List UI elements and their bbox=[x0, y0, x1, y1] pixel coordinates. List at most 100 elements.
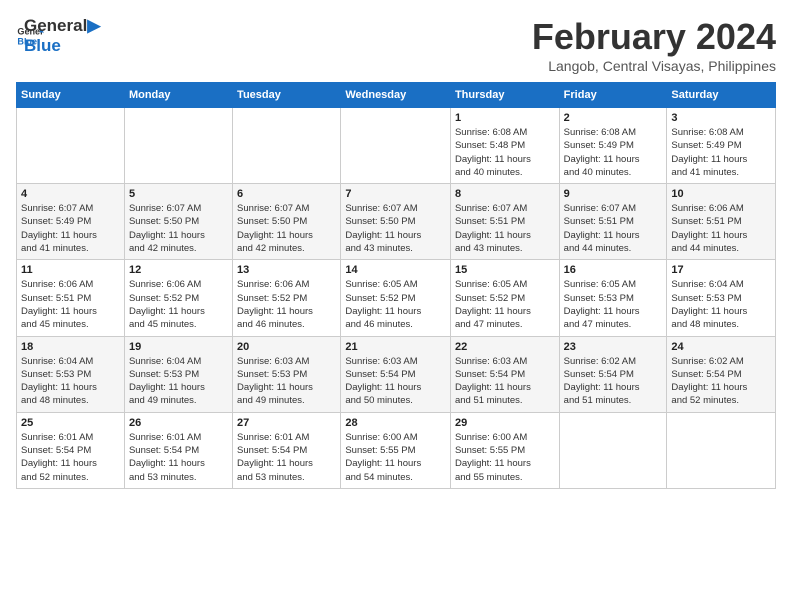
day-info: Sunrise: 6:05 AM Sunset: 5:53 PM Dayligh… bbox=[564, 278, 663, 331]
day-number: 22 bbox=[455, 341, 555, 353]
calendar-cell: 15Sunrise: 6:05 AM Sunset: 5:52 PM Dayli… bbox=[450, 260, 559, 336]
day-info: Sunrise: 6:06 AM Sunset: 5:52 PM Dayligh… bbox=[237, 278, 336, 331]
day-info: Sunrise: 6:00 AM Sunset: 5:55 PM Dayligh… bbox=[455, 431, 555, 484]
calendar-week-row: 18 Sunrise: 6:04 AM Sunset: 5:53 PM Dayli… bbox=[17, 336, 776, 412]
day-number: 16 bbox=[564, 264, 663, 276]
day-number: 7 bbox=[345, 188, 446, 200]
calendar-cell: 19 Sunrise: 6:04 AM Sunset: 5:53 PM Dayli… bbox=[124, 336, 232, 412]
calendar-cell: 4Sunrise: 6:07 AM Sunset: 5:49 PM Daylig… bbox=[17, 184, 125, 260]
day-number: 14 bbox=[345, 264, 446, 276]
day-info: Sunrise: 6:04 AM Sunset: 5:53 PM Dayligh… bbox=[21, 355, 120, 408]
calendar-cell: 18 Sunrise: 6:04 AM Sunset: 5:53 PM Dayli… bbox=[17, 336, 125, 412]
calendar-cell: 5 Sunrise: 6:07 AM Sunset: 5:50 PM Daylig… bbox=[124, 184, 232, 260]
calendar-cell: 27 Sunrise: 6:01 AM Sunset: 5:54 PM Dayli… bbox=[233, 412, 341, 488]
day-number: 3 bbox=[671, 112, 771, 124]
day-number: 18 bbox=[21, 341, 120, 353]
calendar-cell: 25 Sunrise: 6:01 AM Sunset: 5:54 PM Dayli… bbox=[17, 412, 125, 488]
calendar-cell: 16 Sunrise: 6:05 AM Sunset: 5:53 PM Dayli… bbox=[559, 260, 667, 336]
calendar-cell: 21 Sunrise: 6:03 AM Sunset: 5:54 PM Dayli… bbox=[341, 336, 451, 412]
day-number: 9 bbox=[564, 188, 663, 200]
calendar-cell: 10 Sunrise: 6:06 AM Sunset: 5:51 PM Dayli… bbox=[667, 184, 776, 260]
day-info: Sunrise: 6:04 AM Sunset: 5:53 PM Dayligh… bbox=[671, 278, 771, 331]
weekday-header: Monday bbox=[124, 83, 232, 108]
day-info: Sunrise: 6:01 AM Sunset: 5:54 PM Dayligh… bbox=[237, 431, 336, 484]
calendar-cell: 29 Sunrise: 6:00 AM Sunset: 5:55 PM Dayli… bbox=[450, 412, 559, 488]
day-number: 29 bbox=[455, 417, 555, 429]
day-info: Sunrise: 6:07 AM Sunset: 5:51 PM Dayligh… bbox=[564, 202, 663, 255]
calendar-cell: 8Sunrise: 6:07 AM Sunset: 5:51 PM Daylig… bbox=[450, 184, 559, 260]
day-number: 2 bbox=[564, 112, 663, 124]
day-number: 26 bbox=[129, 417, 228, 429]
day-number: 19 bbox=[129, 341, 228, 353]
day-info: Sunrise: 6:07 AM Sunset: 5:51 PM Dayligh… bbox=[455, 202, 555, 255]
day-info: Sunrise: 6:04 AM Sunset: 5:53 PM Dayligh… bbox=[129, 355, 228, 408]
day-info: Sunrise: 6:07 AM Sunset: 5:50 PM Dayligh… bbox=[237, 202, 336, 255]
day-number: 12 bbox=[129, 264, 228, 276]
calendar-table: SundayMondayTuesdayWednesdayThursdayFrid… bbox=[16, 82, 776, 489]
logo-subtext: Blue bbox=[24, 36, 100, 56]
calendar-cell bbox=[233, 108, 341, 184]
day-info: Sunrise: 6:06 AM Sunset: 5:52 PM Dayligh… bbox=[129, 278, 228, 331]
logo: General Blue General▶ Blue bbox=[16, 16, 100, 55]
calendar-cell: 23Sunrise: 6:02 AM Sunset: 5:54 PM Dayli… bbox=[559, 336, 667, 412]
calendar-cell bbox=[341, 108, 451, 184]
calendar-cell: 28Sunrise: 6:00 AM Sunset: 5:55 PM Dayli… bbox=[341, 412, 451, 488]
weekday-header: Wednesday bbox=[341, 83, 451, 108]
day-info: Sunrise: 6:06 AM Sunset: 5:51 PM Dayligh… bbox=[21, 278, 120, 331]
calendar-week-row: 1 Sunrise: 6:08 AM Sunset: 5:48 PM Daylig… bbox=[17, 108, 776, 184]
day-number: 5 bbox=[129, 188, 228, 200]
day-info: Sunrise: 6:08 AM Sunset: 5:49 PM Dayligh… bbox=[564, 126, 663, 179]
day-number: 13 bbox=[237, 264, 336, 276]
title-area: February 2024 Langob, Central Visayas, P… bbox=[532, 16, 776, 74]
calendar-week-row: 4Sunrise: 6:07 AM Sunset: 5:49 PM Daylig… bbox=[17, 184, 776, 260]
day-info: Sunrise: 6:02 AM Sunset: 5:54 PM Dayligh… bbox=[671, 355, 771, 408]
day-number: 17 bbox=[671, 264, 771, 276]
calendar-cell: 14Sunrise: 6:05 AM Sunset: 5:52 PM Dayli… bbox=[341, 260, 451, 336]
calendar-cell: 17 Sunrise: 6:04 AM Sunset: 5:53 PM Dayli… bbox=[667, 260, 776, 336]
calendar-cell: 3Sunrise: 6:08 AM Sunset: 5:49 PM Daylig… bbox=[667, 108, 776, 184]
day-number: 15 bbox=[455, 264, 555, 276]
weekday-header: Thursday bbox=[450, 83, 559, 108]
day-number: 11 bbox=[21, 264, 120, 276]
day-info: Sunrise: 6:01 AM Sunset: 5:54 PM Dayligh… bbox=[129, 431, 228, 484]
calendar-cell: 22 Sunrise: 6:03 AM Sunset: 5:54 PM Dayli… bbox=[450, 336, 559, 412]
day-number: 10 bbox=[671, 188, 771, 200]
calendar-week-row: 11 Sunrise: 6:06 AM Sunset: 5:51 PM Dayli… bbox=[17, 260, 776, 336]
day-info: Sunrise: 6:01 AM Sunset: 5:54 PM Dayligh… bbox=[21, 431, 120, 484]
day-info: Sunrise: 6:07 AM Sunset: 5:49 PM Dayligh… bbox=[21, 202, 120, 255]
day-info: Sunrise: 6:07 AM Sunset: 5:50 PM Dayligh… bbox=[345, 202, 446, 255]
calendar-cell: 24 Sunrise: 6:02 AM Sunset: 5:54 PM Dayli… bbox=[667, 336, 776, 412]
day-info: Sunrise: 6:03 AM Sunset: 5:53 PM Dayligh… bbox=[237, 355, 336, 408]
calendar-week-row: 25 Sunrise: 6:01 AM Sunset: 5:54 PM Dayli… bbox=[17, 412, 776, 488]
calendar-cell: 13 Sunrise: 6:06 AM Sunset: 5:52 PM Dayli… bbox=[233, 260, 341, 336]
calendar-cell bbox=[559, 412, 667, 488]
day-info: Sunrise: 6:03 AM Sunset: 5:54 PM Dayligh… bbox=[345, 355, 446, 408]
header-row: SundayMondayTuesdayWednesdayThursdayFrid… bbox=[17, 83, 776, 108]
day-info: Sunrise: 6:08 AM Sunset: 5:48 PM Dayligh… bbox=[455, 126, 555, 179]
calendar-cell: 2 Sunrise: 6:08 AM Sunset: 5:49 PM Daylig… bbox=[559, 108, 667, 184]
day-number: 24 bbox=[671, 341, 771, 353]
day-number: 23 bbox=[564, 341, 663, 353]
day-number: 27 bbox=[237, 417, 336, 429]
calendar-cell: 26 Sunrise: 6:01 AM Sunset: 5:54 PM Dayli… bbox=[124, 412, 232, 488]
day-info: Sunrise: 6:07 AM Sunset: 5:50 PM Dayligh… bbox=[129, 202, 228, 255]
calendar-cell bbox=[17, 108, 125, 184]
page-header: General Blue General▶ Blue February 2024… bbox=[16, 16, 776, 74]
day-info: Sunrise: 6:03 AM Sunset: 5:54 PM Dayligh… bbox=[455, 355, 555, 408]
weekday-header: Tuesday bbox=[233, 83, 341, 108]
calendar-cell: 9 Sunrise: 6:07 AM Sunset: 5:51 PM Daylig… bbox=[559, 184, 667, 260]
day-number: 20 bbox=[237, 341, 336, 353]
calendar-cell: 11 Sunrise: 6:06 AM Sunset: 5:51 PM Dayli… bbox=[17, 260, 125, 336]
calendar-cell: 7 Sunrise: 6:07 AM Sunset: 5:50 PM Daylig… bbox=[341, 184, 451, 260]
day-number: 28 bbox=[345, 417, 446, 429]
logo-text: General▶ bbox=[24, 16, 100, 36]
calendar-cell bbox=[124, 108, 232, 184]
day-info: Sunrise: 6:06 AM Sunset: 5:51 PM Dayligh… bbox=[671, 202, 771, 255]
day-number: 1 bbox=[455, 112, 555, 124]
weekday-header: Friday bbox=[559, 83, 667, 108]
day-number: 21 bbox=[345, 341, 446, 353]
calendar-cell: 6Sunrise: 6:07 AM Sunset: 5:50 PM Daylig… bbox=[233, 184, 341, 260]
day-number: 25 bbox=[21, 417, 120, 429]
calendar-cell bbox=[667, 412, 776, 488]
weekday-header: Sunday bbox=[17, 83, 125, 108]
